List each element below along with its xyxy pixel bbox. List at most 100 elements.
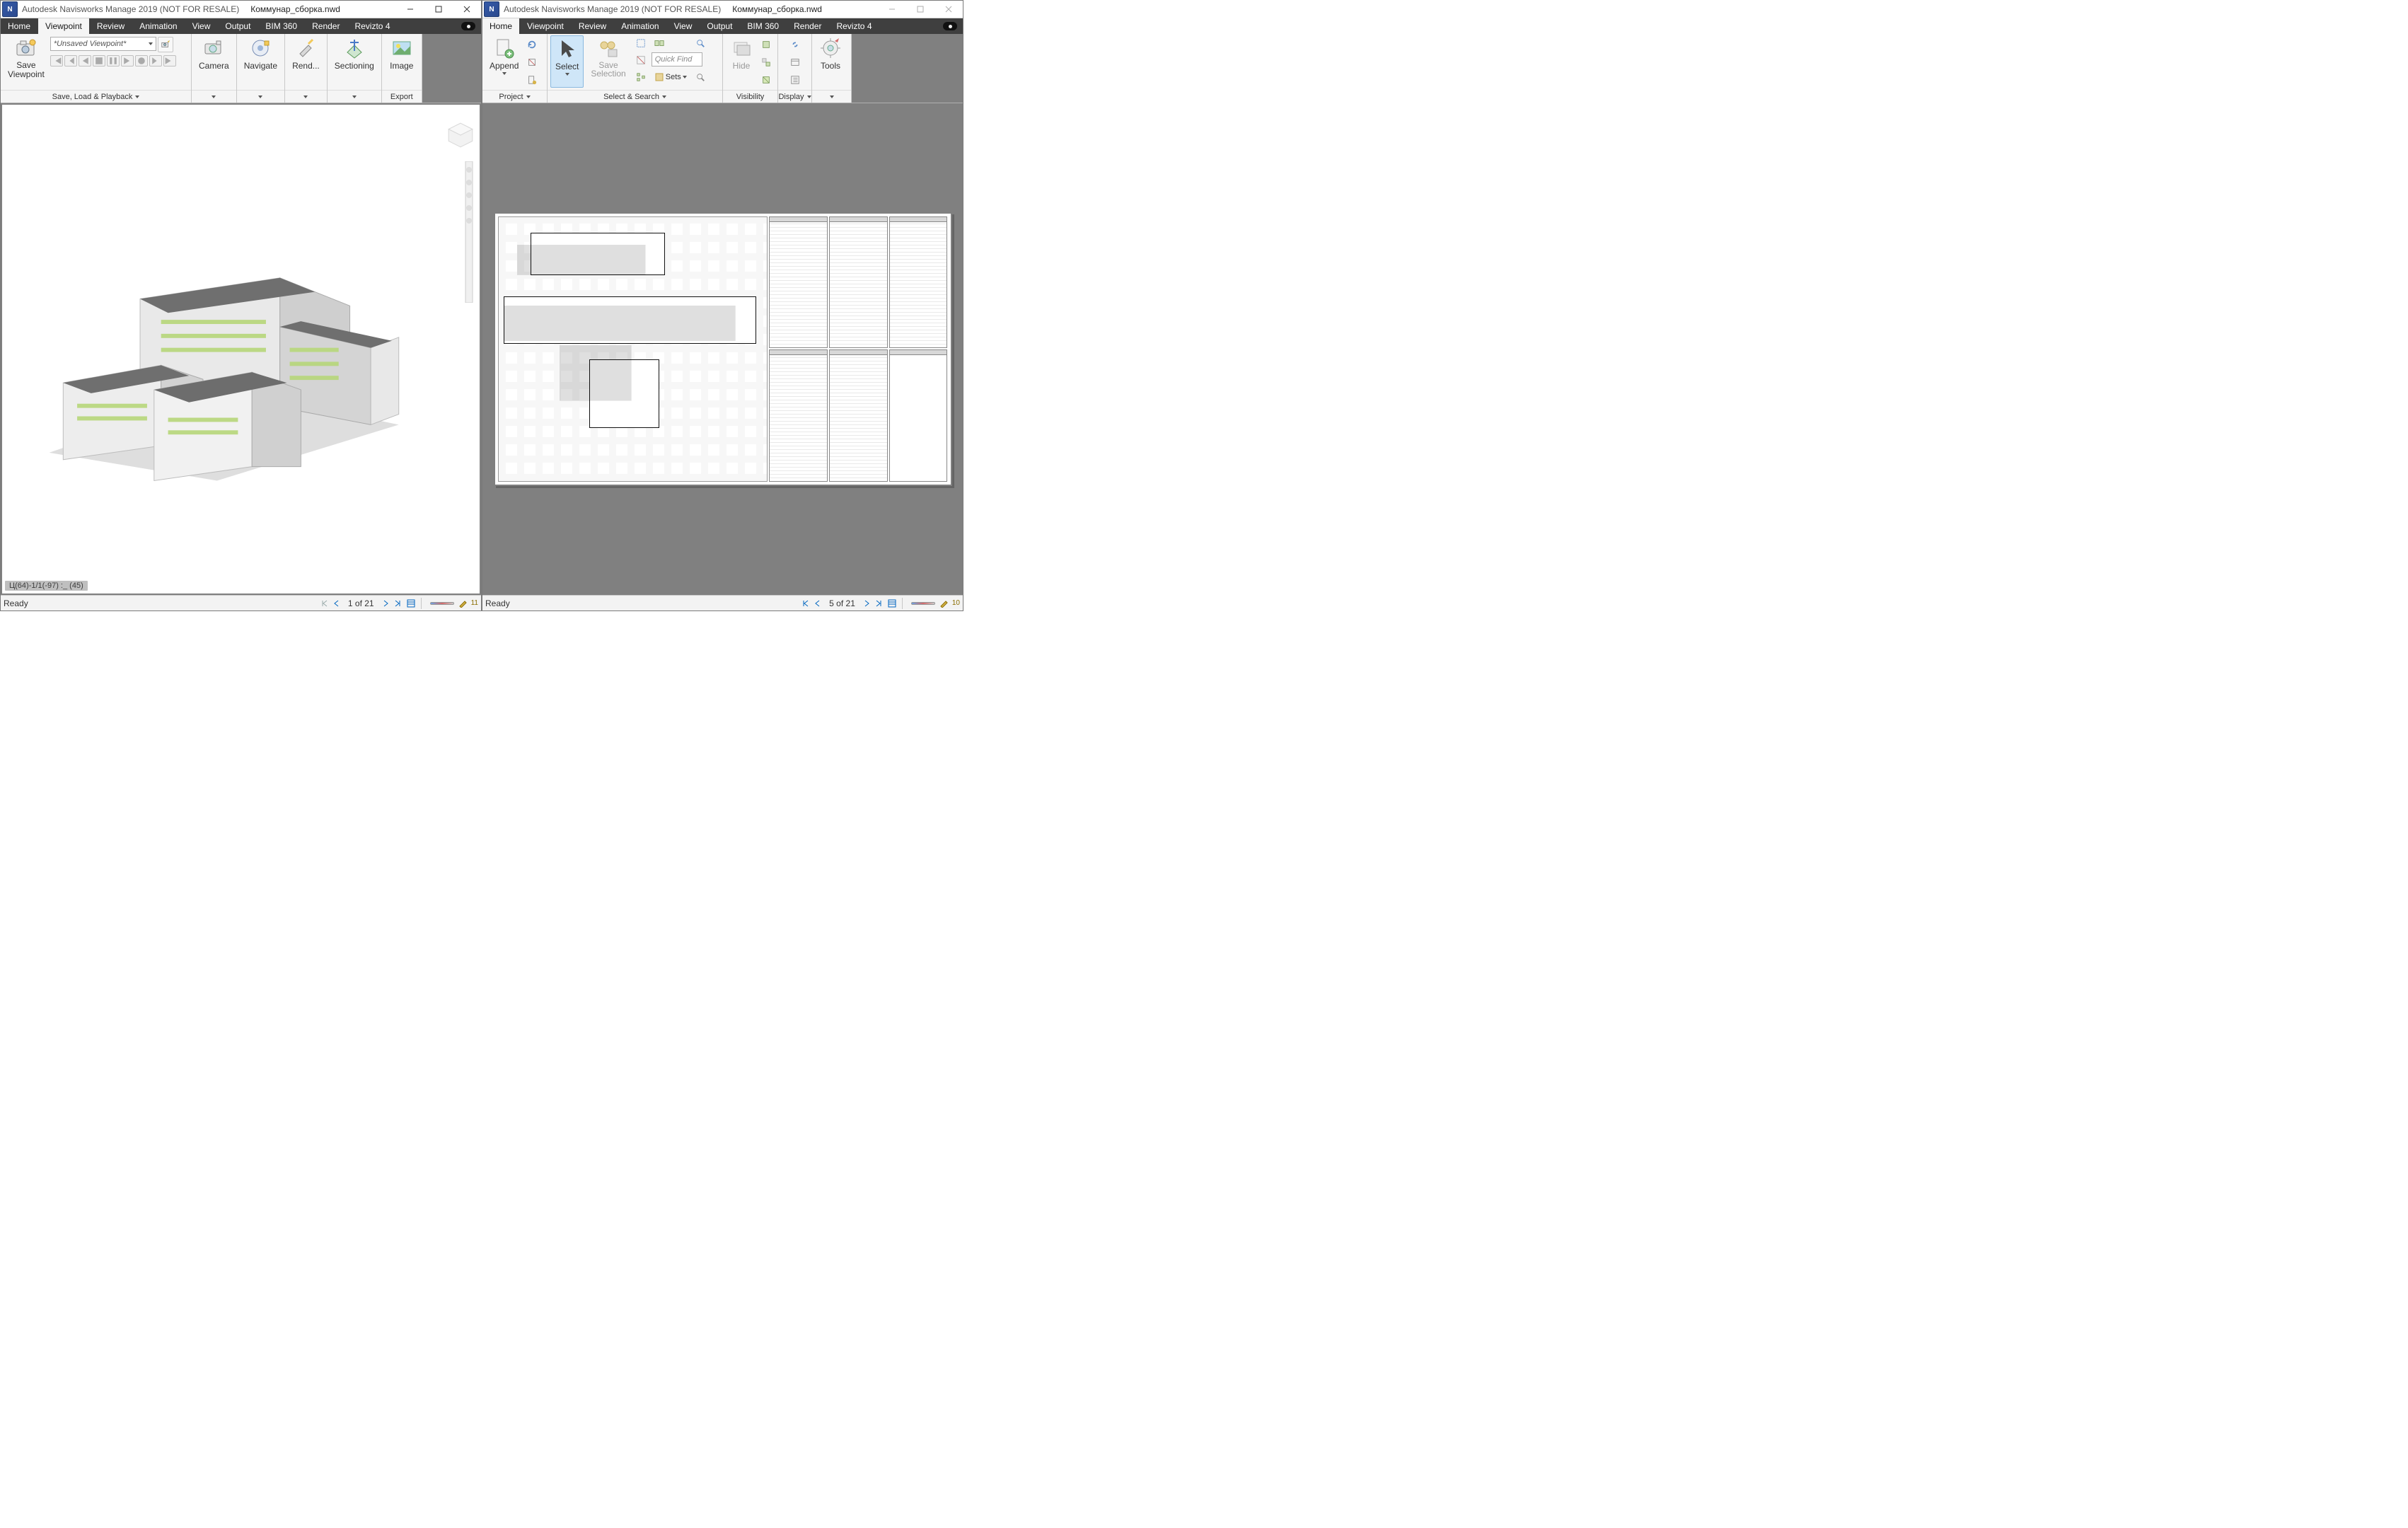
tab-animation[interactable]: Animation bbox=[132, 18, 185, 34]
rewind-start-button[interactable] bbox=[50, 55, 63, 66]
step-back-button[interactable] bbox=[64, 55, 77, 66]
save-viewpoint-button[interactable]: SaveViewpoint bbox=[4, 35, 49, 88]
camera-save-icon bbox=[15, 37, 37, 59]
sheet-last-button[interactable] bbox=[874, 598, 885, 609]
memory-bar-icon bbox=[430, 602, 454, 605]
unhide-all-button[interactable] bbox=[758, 72, 774, 88]
tab-view[interactable]: View bbox=[185, 18, 219, 34]
sheet-last-button[interactable] bbox=[393, 598, 404, 609]
floorplan-icon bbox=[498, 216, 768, 482]
tab-viewpoint[interactable]: Viewpoint bbox=[520, 18, 572, 34]
sheet-next-button[interactable] bbox=[861, 598, 872, 609]
app-icon[interactable]: N bbox=[2, 1, 18, 17]
tools-button[interactable]: Tools bbox=[815, 35, 846, 88]
tab-bim360[interactable]: BIM 360 bbox=[258, 18, 305, 34]
navigate-button[interactable]: Navigate bbox=[240, 35, 282, 88]
sheet-first-button[interactable] bbox=[799, 598, 811, 609]
tab-bim360[interactable]: BIM 360 bbox=[740, 18, 787, 34]
rewind-end-button[interactable] bbox=[163, 55, 176, 66]
tab-review[interactable]: Review bbox=[90, 18, 132, 34]
chevron-down-icon[interactable] bbox=[212, 96, 216, 98]
pencil-count: 11 bbox=[471, 599, 478, 607]
nav-bar-icon[interactable] bbox=[464, 161, 474, 303]
tab-animation[interactable]: Animation bbox=[614, 18, 666, 34]
require-button[interactable] bbox=[758, 37, 774, 52]
tab-output[interactable]: Output bbox=[700, 18, 740, 34]
sheet-prev-button[interactable] bbox=[812, 598, 823, 609]
sheet-next-button[interactable] bbox=[380, 598, 391, 609]
play-back-button[interactable] bbox=[79, 55, 91, 66]
chevron-down-icon[interactable] bbox=[258, 96, 262, 98]
project-caption[interactable]: Project bbox=[482, 90, 547, 103]
select-button[interactable]: Select bbox=[550, 35, 584, 88]
edit-viewpoint-button[interactable] bbox=[158, 37, 173, 52]
reset-button[interactable] bbox=[524, 54, 540, 70]
find-items-button[interactable] bbox=[693, 35, 708, 51]
chevron-down-icon[interactable] bbox=[352, 96, 357, 98]
sheet-browser-button[interactable] bbox=[886, 598, 898, 609]
tab-revizto4[interactable]: Revizto 4 bbox=[347, 18, 398, 34]
tab-review[interactable]: Review bbox=[572, 18, 614, 34]
close-button[interactable] bbox=[934, 1, 963, 18]
titlebar: N Autodesk Navisworks Manage 2019 (NOT F… bbox=[482, 1, 963, 18]
display-caption[interactable]: Display bbox=[778, 90, 811, 103]
play-button[interactable] bbox=[121, 55, 134, 66]
sectioning-button[interactable]: Sectioning bbox=[330, 35, 378, 88]
hide-button[interactable]: Hide bbox=[726, 35, 757, 88]
file-options-button[interactable] bbox=[524, 72, 540, 88]
tab-output[interactable]: Output bbox=[218, 18, 258, 34]
select-all-button[interactable] bbox=[633, 35, 649, 51]
save-selection-label: SaveSelection bbox=[591, 61, 625, 78]
sheet-position: 5 of 21 bbox=[829, 598, 855, 608]
help-indicator[interactable] bbox=[943, 22, 957, 30]
camera-icon bbox=[202, 37, 225, 59]
properties-button[interactable] bbox=[787, 72, 803, 88]
viewport-2d[interactable] bbox=[482, 103, 963, 595]
sheet-prev-button[interactable] bbox=[331, 598, 342, 609]
tab-render[interactable]: Render bbox=[305, 18, 347, 34]
refresh-button[interactable] bbox=[524, 37, 540, 52]
hide-unselected-button[interactable] bbox=[758, 54, 774, 70]
quick-find-go-button[interactable] bbox=[693, 69, 708, 85]
viewport-3d[interactable]: Ц(64)-1/1(-97) :_ (45) bbox=[1, 103, 481, 595]
selection-tree-button[interactable] bbox=[633, 69, 649, 85]
pause-button[interactable] bbox=[107, 55, 120, 66]
sets-button[interactable]: Sets bbox=[652, 69, 690, 85]
viewpoint-combo[interactable]: *Unsaved Viewpoint* bbox=[50, 37, 156, 51]
viewcube-icon[interactable] bbox=[446, 120, 475, 150]
app-icon[interactable]: N bbox=[484, 1, 499, 17]
select-same-button[interactable] bbox=[652, 35, 667, 51]
tab-home[interactable]: Home bbox=[482, 18, 520, 34]
tab-revizto4[interactable]: Revizto 4 bbox=[829, 18, 879, 34]
tab-view[interactable]: View bbox=[667, 18, 700, 34]
stop-button[interactable] bbox=[93, 55, 105, 66]
chevron-down-icon[interactable] bbox=[830, 96, 834, 98]
maximize-button[interactable] bbox=[424, 1, 453, 18]
minimize-button[interactable] bbox=[396, 1, 424, 18]
help-indicator[interactable] bbox=[461, 22, 475, 30]
maximize-button[interactable] bbox=[906, 1, 934, 18]
tools-label: Tools bbox=[821, 61, 840, 71]
step-fwd-button[interactable] bbox=[149, 55, 162, 66]
sheet-browser-button[interactable] bbox=[405, 598, 417, 609]
select-search-caption[interactable]: Select & Search bbox=[548, 90, 722, 103]
quick-properties-button[interactable] bbox=[787, 54, 803, 70]
close-button[interactable] bbox=[453, 1, 481, 18]
links-button[interactable] bbox=[787, 37, 803, 52]
quick-find-input[interactable]: Quick Find bbox=[652, 52, 702, 66]
camera-button[interactable]: Camera bbox=[195, 35, 233, 88]
append-button[interactable]: Append bbox=[485, 35, 523, 88]
minimize-button[interactable] bbox=[878, 1, 906, 18]
tab-render[interactable]: Render bbox=[787, 18, 829, 34]
tab-home[interactable]: Home bbox=[1, 18, 38, 34]
save-selection-button[interactable]: SaveSelection bbox=[586, 35, 630, 88]
chevron-down-icon[interactable] bbox=[303, 96, 308, 98]
export-caption: Export bbox=[382, 90, 422, 103]
tab-viewpoint[interactable]: Viewpoint bbox=[38, 18, 90, 34]
sheet-first-button[interactable] bbox=[318, 598, 330, 609]
render-style-button[interactable]: Rend... bbox=[288, 35, 324, 88]
record-button[interactable] bbox=[135, 55, 148, 66]
app-title: Autodesk Navisworks Manage 2019 (NOT FOR… bbox=[22, 4, 239, 14]
image-button[interactable]: Image bbox=[385, 35, 419, 88]
select-none-button[interactable] bbox=[633, 52, 649, 68]
